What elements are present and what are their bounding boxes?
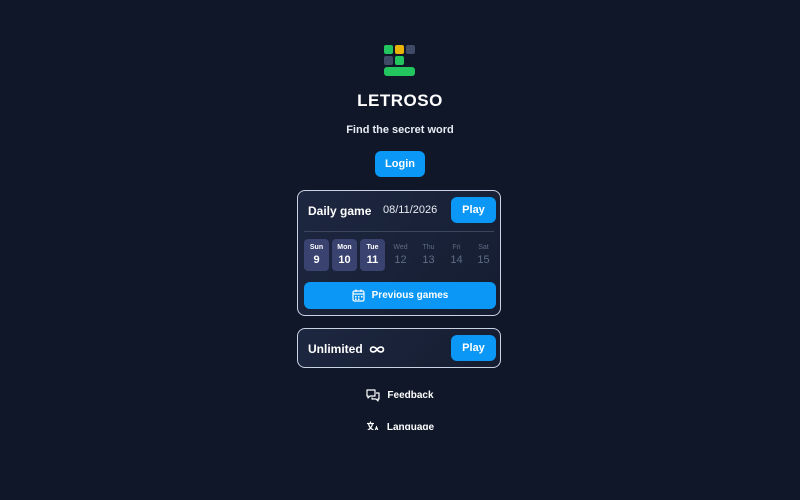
day-name: Mon xyxy=(337,244,352,251)
day-number: 9 xyxy=(313,254,320,266)
feedback-link[interactable]: Feedback xyxy=(0,387,800,403)
daily-game-label: Daily game xyxy=(308,204,372,218)
daily-date: 08/11/2026 xyxy=(383,204,438,216)
day-tue[interactable]: Tue 11 xyxy=(360,239,385,271)
app-title: LETROSO xyxy=(357,91,443,110)
day-name: Sat xyxy=(478,244,489,251)
week-day-selector: Sun 9 Mon 10 Tue 11 Wed 12 Thu 13 Fri 14… xyxy=(304,239,496,271)
app-subtitle: Find the secret word xyxy=(346,124,454,136)
day-number: 14 xyxy=(450,254,463,266)
day-number: 11 xyxy=(366,254,379,266)
unlimited-play-button[interactable]: Play xyxy=(451,335,496,361)
day-name: Sun xyxy=(309,244,324,251)
previous-games-button[interactable]: Previous games xyxy=(304,282,496,309)
day-wed: Wed 12 xyxy=(388,239,413,271)
login-button[interactable]: Login xyxy=(375,151,425,177)
day-number: 15 xyxy=(477,254,490,266)
unlimited-label-row: Unlimited xyxy=(308,342,385,356)
feedback-label: Feedback xyxy=(387,389,434,401)
day-sun[interactable]: Sun 9 xyxy=(304,239,329,271)
previous-games-label: Previous games xyxy=(371,290,449,301)
letroso-logo-icon xyxy=(384,45,416,77)
day-mon[interactable]: Mon 10 xyxy=(332,239,357,271)
day-fri: Fri 14 xyxy=(444,239,469,271)
day-sat: Sat 15 xyxy=(471,239,496,271)
day-number: 13 xyxy=(422,254,435,266)
chat-bubbles-icon xyxy=(366,388,381,402)
day-name: Fri xyxy=(452,244,461,251)
day-name: Tue xyxy=(366,244,379,251)
day-number: 10 xyxy=(338,254,351,266)
viewport-clip xyxy=(0,430,800,500)
day-name: Wed xyxy=(393,244,408,251)
calendar-icon xyxy=(352,289,365,302)
day-thu: Thu 13 xyxy=(416,239,441,271)
unlimited-card: Unlimited Play xyxy=(297,328,501,368)
unlimited-label: Unlimited xyxy=(308,342,363,356)
day-number: 12 xyxy=(394,254,407,266)
day-name: Thu xyxy=(422,244,435,251)
daily-game-card: Daily game 08/11/2026 Play Sun 9 Mon 10 … xyxy=(297,190,501,316)
divider xyxy=(304,231,494,232)
infinity-icon xyxy=(369,345,384,353)
daily-play-button[interactable]: Play xyxy=(451,197,496,223)
